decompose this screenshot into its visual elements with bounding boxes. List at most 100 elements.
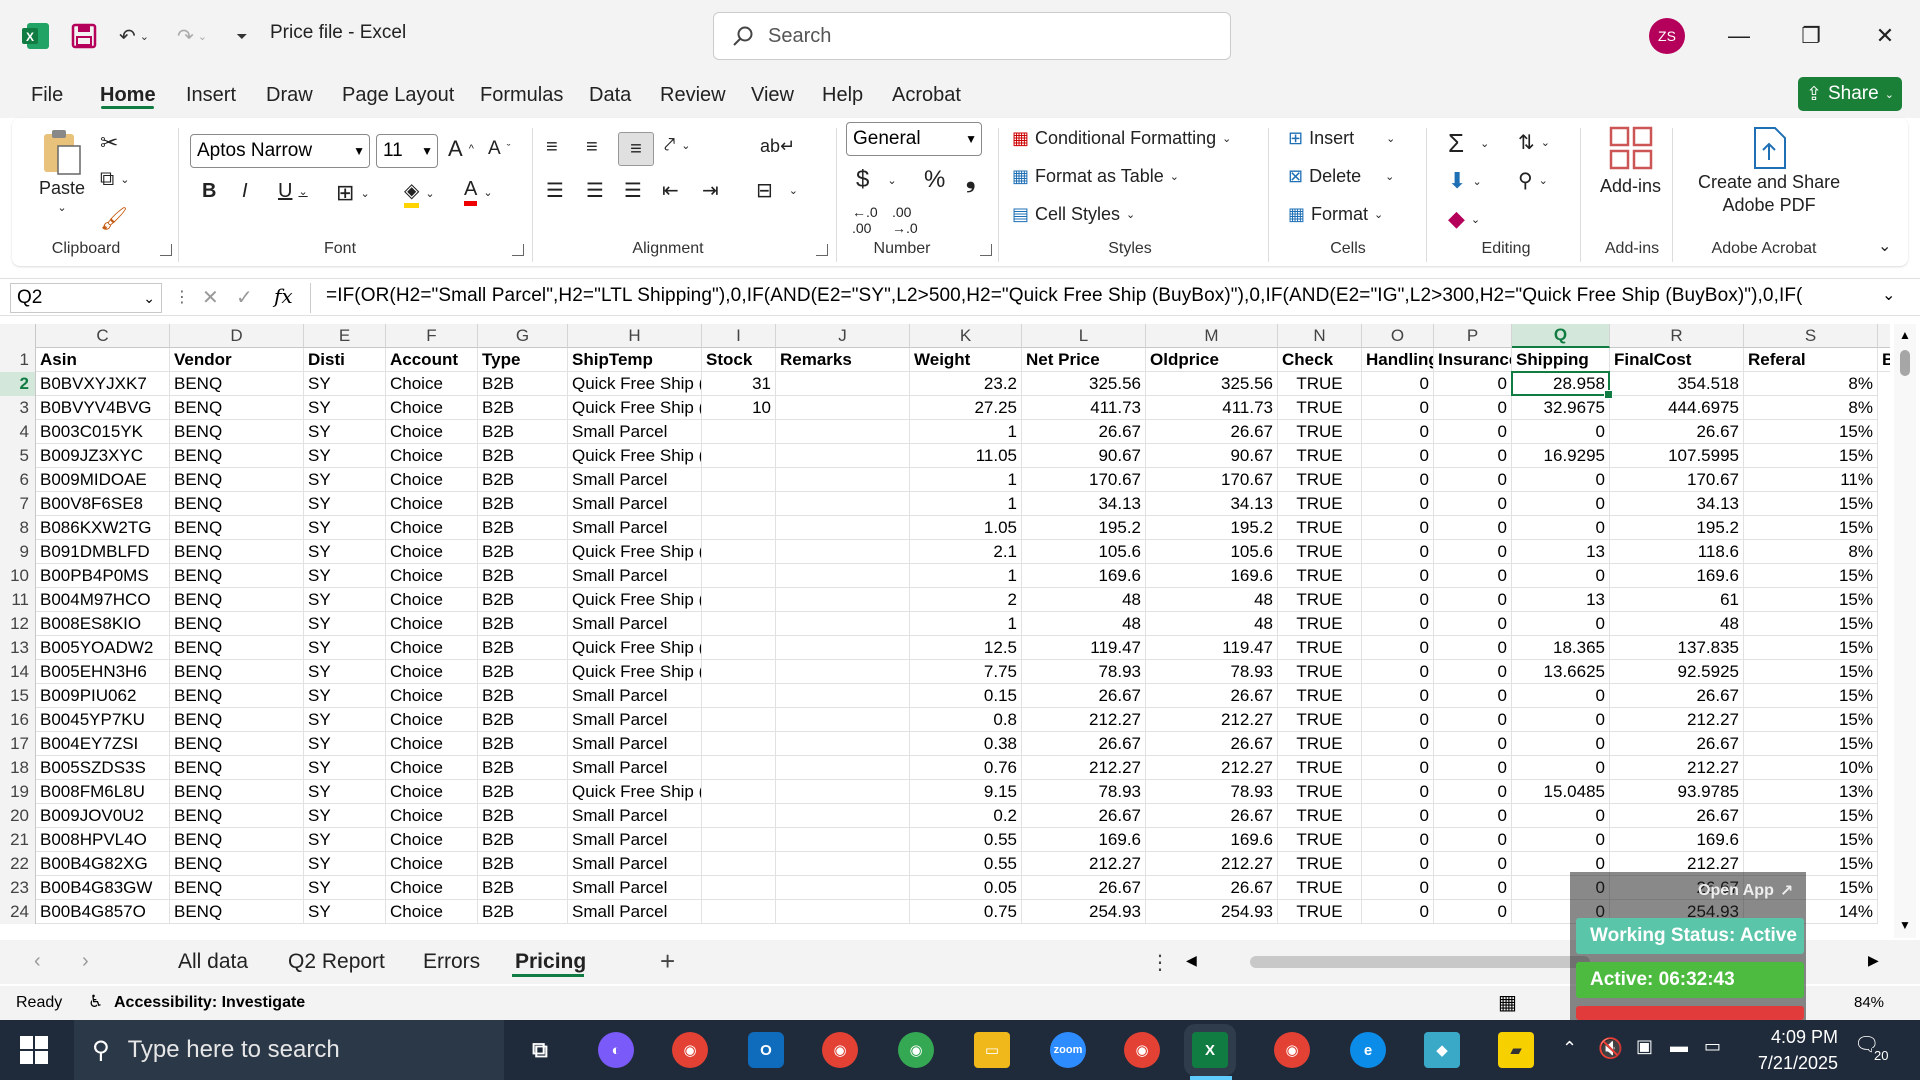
table-cell[interactable]: 0: [1434, 852, 1512, 876]
table-cell[interactable]: B2B: [478, 444, 568, 468]
edge-icon[interactable]: e: [1350, 1032, 1386, 1068]
file-explorer-icon[interactable]: ▭: [974, 1032, 1010, 1068]
table-cell[interactable]: 48: [1146, 588, 1278, 612]
table-cell[interactable]: Choice: [386, 612, 478, 636]
table-cell[interactable]: 0: [1362, 900, 1434, 924]
table-cell[interactable]: SY: [304, 756, 386, 780]
merge-center-icon[interactable]: ⊟ ⌄: [756, 178, 798, 203]
header-cell[interactable]: Shipping: [1512, 348, 1610, 372]
close-icon[interactable]: ✕: [1862, 14, 1908, 58]
table-cell[interactable]: 0.2: [910, 804, 1022, 828]
header-cell[interactable]: Stock: [702, 348, 776, 372]
table-cell[interactable]: TRUE: [1278, 516, 1362, 540]
table-cell[interactable]: B004EY7ZSI: [36, 732, 170, 756]
table-cell[interactable]: 0: [1512, 492, 1610, 516]
cancel-entry-icon[interactable]: ✕: [202, 285, 219, 310]
table-cell[interactable]: [776, 468, 910, 492]
tab-errors[interactable]: Errors: [423, 950, 480, 974]
chrome-alt-icon[interactable]: ◉: [898, 1032, 934, 1068]
table-cell[interactable]: Small Parcel: [568, 468, 702, 492]
increase-font-icon[interactable]: A ^: [448, 136, 474, 162]
table-cell[interactable]: Choice: [386, 852, 478, 876]
table-cell[interactable]: 0: [1512, 684, 1610, 708]
table-cell[interactable]: 0.55: [910, 852, 1022, 876]
table-cell[interactable]: 411.73: [1146, 396, 1278, 420]
table-cell[interactable]: 254.93: [1022, 900, 1146, 924]
accessibility-status[interactable]: Accessibility: Investigate: [114, 994, 305, 1012]
table-cell[interactable]: 0: [1362, 372, 1434, 396]
table-cell[interactable]: Choice: [386, 684, 478, 708]
table-cell[interactable]: 27.25: [910, 396, 1022, 420]
table-cell[interactable]: 2: [910, 588, 1022, 612]
table-cell[interactable]: 0: [1362, 804, 1434, 828]
excel-taskbar-icon[interactable]: X: [1192, 1032, 1228, 1068]
table-cell[interactable]: SY: [304, 420, 386, 444]
table-cell[interactable]: 195.2: [1022, 516, 1146, 540]
table-cell[interactable]: B2B: [478, 828, 568, 852]
align-bottom-icon[interactable]: ≡: [618, 132, 654, 166]
table-cell[interactable]: 0: [1362, 660, 1434, 684]
table-cell[interactable]: 0: [1512, 732, 1610, 756]
table-cell[interactable]: SY: [304, 852, 386, 876]
table-cell[interactable]: 0: [1362, 420, 1434, 444]
table-cell[interactable]: 0.05: [910, 876, 1022, 900]
table-cell[interactable]: 411.73: [1022, 396, 1146, 420]
zoom-app-icon[interactable]: zoom: [1050, 1032, 1086, 1068]
table-cell[interactable]: 137.835: [1610, 636, 1744, 660]
row-header[interactable]: 6: [0, 468, 36, 492]
table-cell[interactable]: TRUE: [1278, 444, 1362, 468]
table-cell[interactable]: 0: [1434, 780, 1512, 804]
table-cell[interactable]: 18.365: [1512, 636, 1610, 660]
table-cell[interactable]: [702, 636, 776, 660]
table-cell[interactable]: SY: [304, 540, 386, 564]
header-cell[interactable]: Insurance: [1434, 348, 1512, 372]
formula-input[interactable]: =IF(OR(H2="Small Parcel",H2="LTL Shippin…: [326, 285, 1802, 307]
table-cell[interactable]: 15%: [1744, 684, 1878, 708]
table-cell[interactable]: 16.9295: [1512, 444, 1610, 468]
table-cell[interactable]: TRUE: [1278, 636, 1362, 660]
scroll-down-icon[interactable]: ▼: [1899, 918, 1911, 932]
table-cell[interactable]: [702, 540, 776, 564]
row-header[interactable]: 2: [0, 372, 36, 396]
table-cell[interactable]: Choice: [386, 372, 478, 396]
row-header[interactable]: 4: [0, 420, 36, 444]
copilot-icon[interactable]: ◐: [598, 1032, 634, 1068]
table-cell[interactable]: 34.13: [1146, 492, 1278, 516]
insert-function-icon[interactable]: fx: [274, 284, 293, 308]
chrome-profile-icon[interactable]: ◉: [822, 1032, 858, 1068]
autosum-icon[interactable]: Σ ⌄: [1448, 128, 1489, 159]
row-header[interactable]: 24: [0, 900, 36, 924]
table-cell[interactable]: B2B: [478, 708, 568, 732]
table-cell[interactable]: B00B4G82XG: [36, 852, 170, 876]
underline-icon[interactable]: U ⌄: [278, 180, 308, 203]
table-cell[interactable]: 169.6: [1022, 828, 1146, 852]
table-cell[interactable]: 0: [1434, 468, 1512, 492]
font-launcher-icon[interactable]: [512, 244, 524, 256]
table-cell[interactable]: 26.67: [1022, 420, 1146, 444]
table-cell[interactable]: SY: [304, 564, 386, 588]
table-cell[interactable]: TRUE: [1278, 780, 1362, 804]
menu-data[interactable]: Data: [589, 84, 631, 107]
table-cell[interactable]: 48: [1146, 612, 1278, 636]
column-header[interactable]: R: [1610, 324, 1744, 348]
restore-icon[interactable]: ❐: [1788, 14, 1834, 58]
table-cell[interactable]: SY: [304, 900, 386, 924]
table-cell[interactable]: [776, 444, 910, 468]
table-cell[interactable]: 0.75: [910, 900, 1022, 924]
open-app-link[interactable]: Open App ↗: [1690, 876, 1804, 906]
table-cell[interactable]: [702, 876, 776, 900]
table-cell[interactable]: SY: [304, 372, 386, 396]
table-cell[interactable]: 1: [910, 564, 1022, 588]
table-cell[interactable]: Small Parcel: [568, 876, 702, 900]
table-cell[interactable]: 15%: [1744, 660, 1878, 684]
increase-indent-icon[interactable]: ⇥: [702, 178, 719, 203]
column-header[interactable]: G: [478, 324, 568, 348]
horizontal-scroll-thumb[interactable]: [1250, 956, 1590, 968]
row-header[interactable]: 13: [0, 636, 36, 660]
table-cell[interactable]: TRUE: [1278, 684, 1362, 708]
column-header[interactable]: F: [386, 324, 478, 348]
table-cell[interactable]: 0: [1434, 660, 1512, 684]
header-cell[interactable]: Type: [478, 348, 568, 372]
table-cell[interactable]: Small Parcel: [568, 828, 702, 852]
table-cell[interactable]: [776, 828, 910, 852]
